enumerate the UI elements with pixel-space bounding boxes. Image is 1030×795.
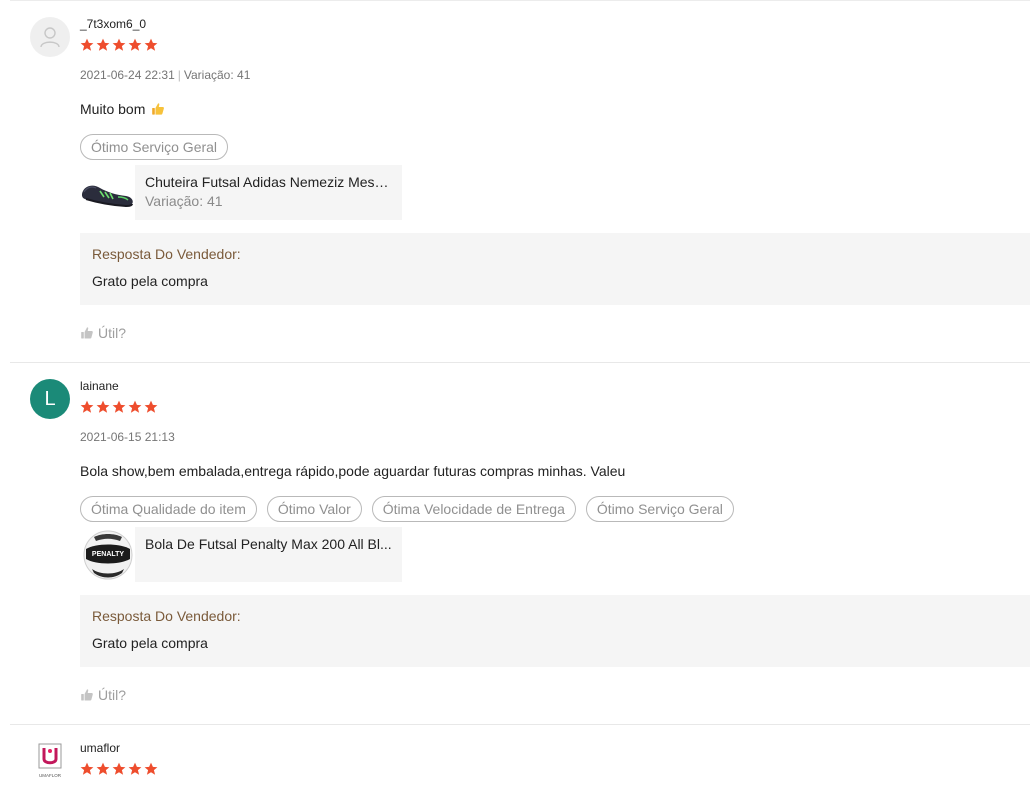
- star-icon: [128, 762, 142, 775]
- product-name[interactable]: Bola De Futsal Penalty Max 200 All Bl...: [145, 535, 392, 553]
- star-icon: [144, 400, 158, 413]
- product-variation: Variação: 41: [145, 193, 223, 209]
- rating-stars: [80, 38, 1030, 52]
- star-icon: [80, 762, 94, 775]
- review-item: UMAFLOR umaflor: [10, 724, 1030, 795]
- star-icon: [96, 762, 110, 775]
- review-tag[interactable]: Ótimo Serviço Geral: [585, 496, 734, 522]
- star-icon: [112, 762, 126, 775]
- user-avatar[interactable]: [30, 17, 70, 57]
- rating-stars: [80, 400, 1030, 414]
- helpful-button[interactable]: Útil?: [80, 686, 1030, 704]
- review-tag[interactable]: Ótima Qualidade do item: [80, 496, 257, 522]
- review-tags: Ótima Qualidade do item Ótimo Valor Ótim…: [80, 496, 1030, 522]
- review-comment-text: Bola show,bem embalada,entrega rápido,po…: [80, 463, 626, 479]
- thumbs-up-icon: [81, 689, 93, 701]
- product-image[interactable]: [80, 165, 135, 220]
- thumbs-up-icon: [81, 327, 93, 339]
- product-info: Chuteira Futsal Adidas Nemeziz Mess... V…: [135, 165, 402, 220]
- star-icon: [128, 38, 142, 51]
- product-card[interactable]: Chuteira Futsal Adidas Nemeziz Mess... V…: [80, 165, 402, 220]
- star-icon: [112, 38, 126, 51]
- product-image[interactable]: PENALTY: [80, 527, 135, 582]
- meta-separator: |: [177, 68, 181, 82]
- review-tag[interactable]: Ótimo Valor: [266, 496, 362, 522]
- seller-reply-text: Grato pela compra: [92, 273, 208, 289]
- helpful-label: Útil?: [98, 325, 127, 341]
- logo-text: UMAFLOR: [39, 773, 62, 778]
- review-date: 2021-06-15 21:13: [80, 430, 175, 444]
- user-placeholder-icon: [40, 27, 60, 48]
- seller-reply-title: Resposta Do Vendedor:: [92, 608, 241, 624]
- product-card[interactable]: PENALTY Bola De Futsal Penalty Max 200 A…: [80, 527, 402, 582]
- review-comment: Bola show,bem embalada,entrega rápido,po…: [80, 462, 1030, 480]
- review-date: 2021-06-24 22:31: [80, 68, 175, 82]
- thumbs-up-emoji-icon: [152, 103, 165, 115]
- star-icon: [80, 400, 94, 413]
- seller-reply: Resposta Do Vendedor: Grato pela compra: [80, 233, 1030, 305]
- review-variation: Variação: 41: [183, 68, 251, 82]
- review-comment: Muito bom: [80, 100, 1030, 118]
- ball-brand-text: PENALTY: [91, 551, 123, 558]
- star-icon: [80, 38, 94, 51]
- star-icon: [96, 38, 110, 51]
- review-username: umaflor: [80, 741, 121, 755]
- review-meta: 2021-06-24 22:31 | Variação: 41: [80, 68, 1030, 82]
- soccer-shoe-image: [81, 185, 133, 207]
- star-icon: [144, 38, 158, 51]
- umaflor-logo: UMAFLOR: [38, 743, 62, 778]
- star-icon: [144, 762, 158, 775]
- review-comment-text: Muito bom: [80, 101, 146, 117]
- seller-reply-title: Resposta Do Vendedor:: [92, 246, 241, 262]
- user-avatar[interactable]: L: [30, 379, 70, 419]
- seller-reply: Resposta Do Vendedor: Grato pela compra: [80, 595, 1030, 667]
- user-avatar[interactable]: UMAFLOR: [30, 741, 70, 781]
- review-item: _7t3xom6_0 2021-06-24 22:31 | Variação: 41…: [10, 0, 1030, 362]
- avatar-letter: L: [44, 387, 56, 410]
- review-tags: Ótimo Serviço Geral: [80, 134, 1030, 160]
- helpful-label: Útil?: [98, 687, 127, 703]
- review-item: L lainane 2021-06-15 21:13 Bola show,bem…: [10, 362, 1030, 724]
- helpful-button[interactable]: Útil?: [80, 324, 1030, 342]
- star-icon: [128, 400, 142, 413]
- futsal-ball-image: PENALTY: [83, 530, 132, 579]
- star-icon: [96, 400, 110, 413]
- review-tag[interactable]: Ótima Velocidade de Entrega: [371, 496, 576, 522]
- rating-stars: [80, 762, 1030, 776]
- review-username: lainane: [80, 379, 119, 393]
- review-tag[interactable]: Ótimo Serviço Geral: [80, 134, 229, 160]
- review-username: _7t3xom6_0: [80, 17, 147, 31]
- star-icon: [112, 400, 126, 413]
- seller-reply-text: Grato pela compra: [92, 635, 208, 651]
- review-meta: 2021-06-15 21:13: [80, 430, 1030, 444]
- product-name[interactable]: Chuteira Futsal Adidas Nemeziz Mess...: [145, 173, 392, 191]
- product-info: Bola De Futsal Penalty Max 200 All Bl...: [135, 527, 402, 582]
